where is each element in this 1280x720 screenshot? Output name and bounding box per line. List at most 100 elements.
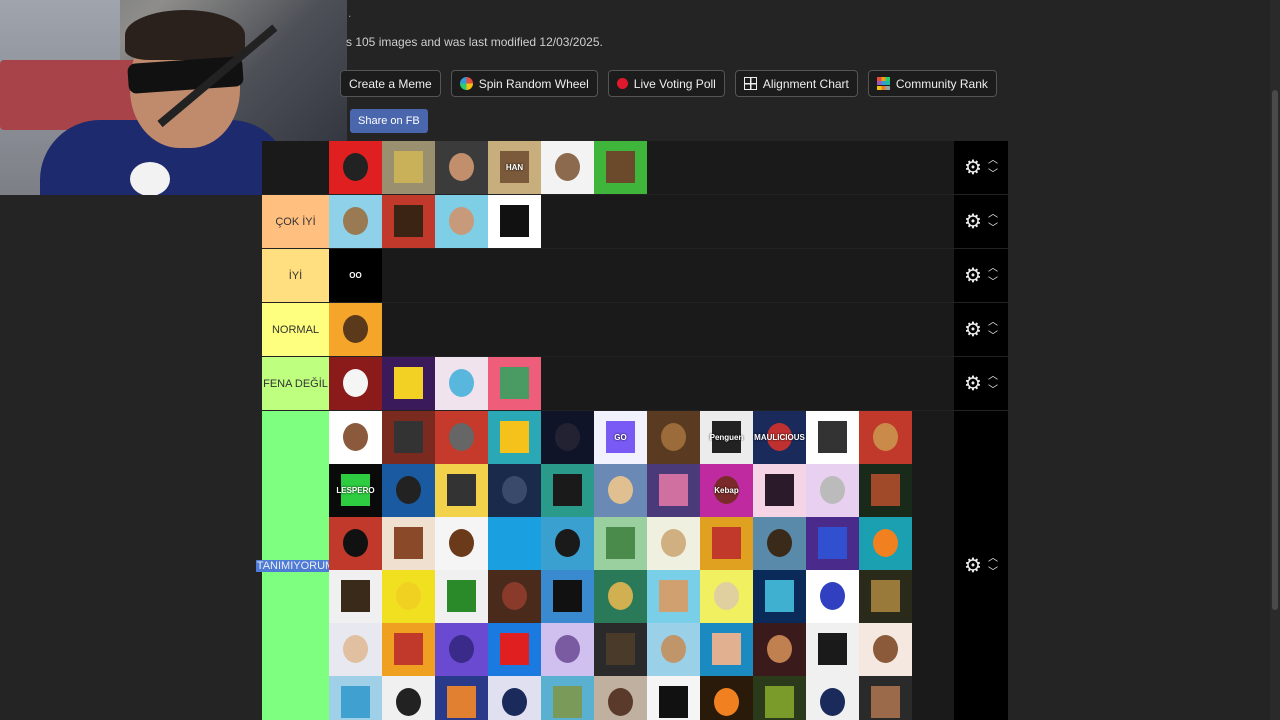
tier-item-image[interactable] — [541, 570, 594, 623]
tier-item-image[interactable] — [806, 517, 859, 570]
gear-icon[interactable]: ⚙ — [964, 212, 982, 232]
community-rank-button[interactable]: Community Rank — [867, 70, 997, 97]
tier-item-image[interactable]: Penguen — [700, 411, 753, 464]
tier-item-image[interactable] — [859, 464, 912, 517]
tier-item-image[interactable] — [382, 141, 435, 194]
chevron-up-icon[interactable]: ︿ — [988, 155, 998, 166]
tier-items[interactable] — [329, 303, 954, 356]
tier-item-image[interactable] — [753, 676, 806, 720]
chevron-up-icon[interactable]: ︿ — [988, 317, 998, 328]
tier-label[interactable]: NORMAL — [262, 303, 329, 356]
tier-items[interactable]: OO — [329, 249, 954, 302]
tier-item-image[interactable] — [541, 141, 594, 194]
tier-item-image[interactable] — [382, 195, 435, 248]
tier-item-image[interactable] — [700, 570, 753, 623]
tier-item-image[interactable] — [435, 411, 488, 464]
tier-items[interactable]: GO Penguen MAULICIOUS LESPERO Kebap — [329, 411, 954, 720]
scrollbar-thumb[interactable] — [1272, 90, 1278, 610]
tier-item-image[interactable] — [329, 623, 382, 676]
chevron-down-icon[interactable]: ﹀ — [988, 169, 998, 180]
tier-item-image[interactable] — [859, 517, 912, 570]
tier-label[interactable]: ÇOK İYİ — [262, 195, 329, 248]
gear-icon[interactable]: ⚙ — [964, 556, 982, 576]
tier-item-image[interactable] — [594, 676, 647, 720]
tier-item-image[interactable] — [435, 195, 488, 248]
tier-item-image[interactable] — [700, 676, 753, 720]
tier-item-image[interactable] — [541, 676, 594, 720]
tier-item-image[interactable] — [647, 623, 700, 676]
tier-item-image[interactable] — [382, 517, 435, 570]
tier-item-image[interactable] — [753, 517, 806, 570]
tier-label[interactable]: İYİ — [262, 249, 329, 302]
tier-item-image[interactable] — [859, 411, 912, 464]
tier-item-image[interactable] — [594, 464, 647, 517]
gear-icon[interactable]: ⚙ — [964, 158, 982, 178]
tier-item-image[interactable] — [435, 141, 488, 194]
tier-item-image[interactable] — [594, 570, 647, 623]
page-scrollbar[interactable] — [1270, 0, 1280, 720]
tier-item-image[interactable]: MAULICIOUS — [753, 411, 806, 464]
chevron-up-icon[interactable]: ︿ — [988, 263, 998, 274]
tier-item-image[interactable] — [382, 623, 435, 676]
tier-item-image[interactable] — [329, 676, 382, 720]
tier-item-image[interactable] — [329, 303, 382, 356]
tier-item-image[interactable] — [594, 517, 647, 570]
tier-item-image[interactable] — [541, 517, 594, 570]
chevron-down-icon[interactable]: ﹀ — [988, 331, 998, 342]
gear-icon[interactable]: ⚙ — [964, 266, 982, 286]
chevron-up-icon[interactable]: ︿ — [988, 209, 998, 220]
tier-item-image[interactable] — [329, 570, 382, 623]
tier-item-image[interactable] — [806, 570, 859, 623]
tier-item-image[interactable] — [594, 623, 647, 676]
tier-item-image[interactable] — [541, 464, 594, 517]
chevron-down-icon[interactable]: ﹀ — [988, 277, 998, 288]
chevron-down-icon[interactable]: ﹀ — [988, 223, 998, 234]
tier-item-image[interactable] — [753, 623, 806, 676]
tier-item-image[interactable]: HAN — [488, 141, 541, 194]
spin-wheel-button[interactable]: Spin Random Wheel — [450, 70, 598, 97]
tier-item-image[interactable] — [541, 411, 594, 464]
tier-item-image[interactable] — [329, 517, 382, 570]
tier-item-image[interactable] — [541, 623, 594, 676]
alignment-chart-button[interactable]: Alignment Chart — [734, 70, 858, 97]
tier-item-image[interactable] — [488, 464, 541, 517]
tier-item-image[interactable]: OO — [329, 249, 382, 302]
tier-items[interactable] — [329, 357, 954, 410]
tier-item-image[interactable] — [329, 141, 382, 194]
tier-item-image[interactable]: LESPERO — [329, 464, 382, 517]
tier-item-image[interactable] — [488, 411, 541, 464]
tier-item-image[interactable] — [806, 411, 859, 464]
tier-item-image[interactable] — [435, 464, 488, 517]
tier-item-image[interactable] — [647, 570, 700, 623]
tier-item-image[interactable] — [435, 357, 488, 410]
tier-item-image[interactable] — [382, 570, 435, 623]
tier-item-image[interactable] — [700, 623, 753, 676]
tier-item-image[interactable] — [488, 623, 541, 676]
tier-item-image[interactable] — [488, 676, 541, 720]
tier-item-image[interactable] — [806, 464, 859, 517]
tier-item-image[interactable] — [488, 195, 541, 248]
tier-item-image[interactable] — [806, 676, 859, 720]
tier-item-image[interactable]: GO — [594, 411, 647, 464]
tier-item-image[interactable] — [859, 623, 912, 676]
gear-icon[interactable]: ⚙ — [964, 320, 982, 340]
create-meme-button[interactable]: Create a Meme — [340, 70, 441, 97]
chevron-down-icon[interactable]: ﹀ — [988, 385, 998, 396]
tier-item-image[interactable] — [382, 676, 435, 720]
tier-item-image[interactable] — [329, 357, 382, 410]
chevron-up-icon[interactable]: ︿ — [988, 553, 998, 564]
tier-item-image[interactable] — [488, 570, 541, 623]
tier-label[interactable]: TANIMIYORUM — [255, 411, 336, 720]
tier-item-image[interactable] — [435, 570, 488, 623]
tier-item-image[interactable] — [488, 357, 541, 410]
tier-item-image[interactable] — [647, 464, 700, 517]
tier-item-image[interactable] — [488, 517, 541, 570]
tier-item-image[interactable] — [753, 464, 806, 517]
tier-item-image[interactable] — [435, 517, 488, 570]
tier-item-image[interactable] — [647, 517, 700, 570]
tier-item-image[interactable] — [435, 676, 488, 720]
tier-label[interactable]: FENA DEĞİL — [262, 357, 329, 410]
tier-items[interactable]: HAN — [329, 141, 954, 194]
gear-icon[interactable]: ⚙ — [964, 374, 982, 394]
tier-item-image[interactable] — [859, 570, 912, 623]
